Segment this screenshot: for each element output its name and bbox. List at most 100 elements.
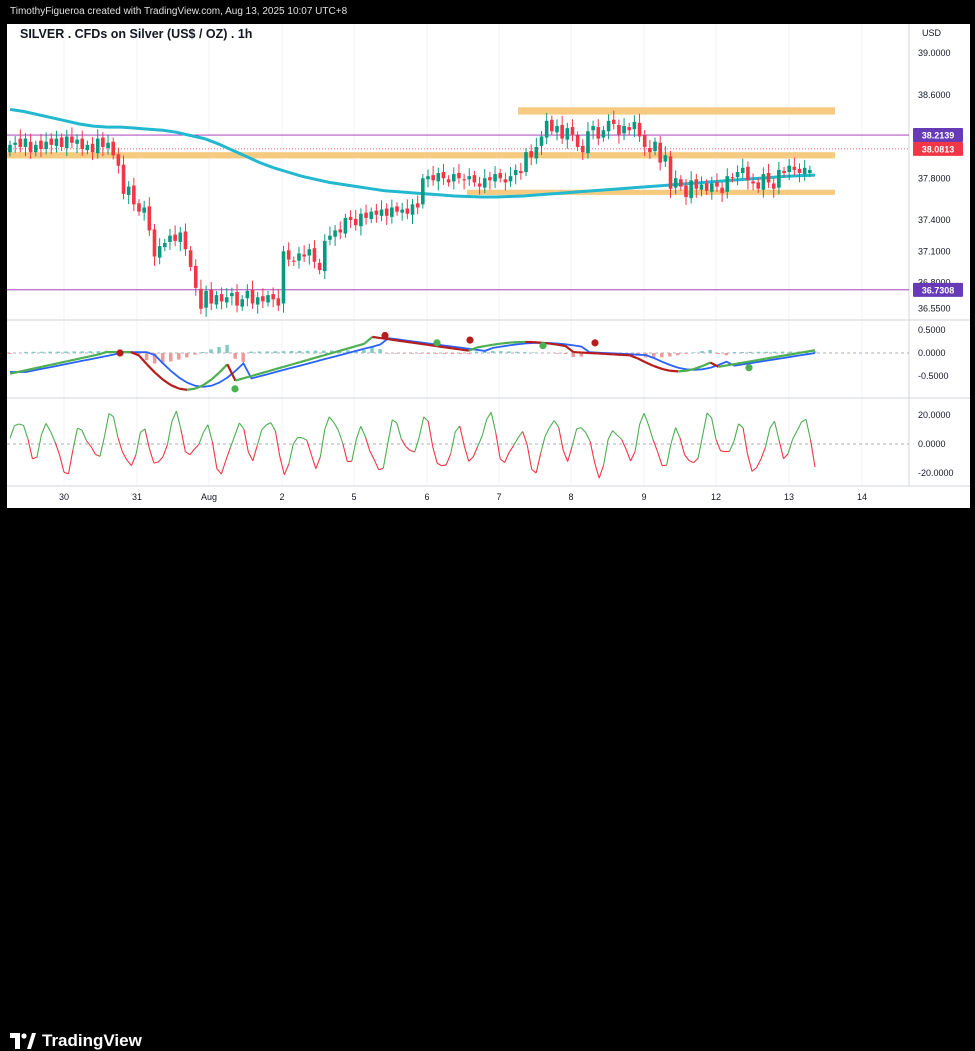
candle-body [297, 253, 301, 260]
oscillator-segment [549, 344, 557, 345]
candle-body [19, 139, 23, 147]
candle-body [313, 248, 317, 262]
oscillator-cross-dot [539, 342, 546, 349]
candle-body [204, 291, 208, 308]
oscillator-segment [509, 342, 517, 343]
momentum-segment [707, 413, 711, 418]
chart-title: SILVER . CFDs on Silver (US$ / OZ) . 1h [20, 27, 252, 41]
candle-body [746, 167, 750, 181]
momentum-segment [311, 455, 315, 469]
oscillator-segment [646, 363, 654, 367]
momentum-tick-label: 20.0000 [918, 410, 951, 420]
momentum-segment [221, 460, 225, 474]
candle-body [700, 185, 704, 190]
candle-body [715, 182, 719, 186]
oscillator-histogram-bar [507, 351, 511, 353]
oscillator-segment [743, 361, 751, 362]
momentum-segment [613, 431, 617, 435]
oscillator-segment [316, 355, 324, 357]
momentum-segment [199, 433, 203, 445]
time-tick-label: 13 [784, 492, 794, 502]
oscillator-histogram-bar [572, 353, 576, 357]
oscillator-cross-dot [433, 339, 440, 346]
momentum-segment [91, 446, 95, 454]
candle-body [679, 179, 683, 186]
momentum-segment [176, 411, 180, 429]
candle-body [514, 170, 518, 175]
candle-body [328, 236, 332, 240]
oscillator-segment [155, 373, 163, 380]
momentum-segment [527, 445, 531, 470]
momentum-segment [505, 452, 509, 462]
candle-body [725, 176, 729, 192]
momentum-segment [154, 462, 158, 463]
oscillator-histogram-bar [700, 351, 704, 353]
candle-body [385, 209, 389, 216]
oscillator-segment [404, 342, 412, 343]
momentum-segment [748, 454, 752, 471]
candle-body [576, 135, 580, 146]
oscillator-histogram-bar [411, 353, 415, 354]
oscillator-segment [50, 363, 58, 365]
momentum-segment [523, 431, 527, 444]
oscillator-histogram-bar [668, 353, 672, 356]
momentum-segment [424, 417, 428, 421]
candle-body [163, 243, 167, 247]
oscillator-segment [751, 360, 759, 361]
oscillator-histogram-bar [499, 351, 503, 353]
chart-svg[interactable]: SILVER . CFDs on Silver (US$ / OZ) . 1h … [7, 24, 970, 508]
candle-body [49, 139, 53, 145]
candle-body [767, 173, 771, 182]
candle-body [24, 139, 28, 147]
momentum-segment [694, 458, 698, 462]
momentum-segment [334, 422, 338, 430]
oscillator-histogram-bar [177, 353, 181, 360]
oscillator-histogram-bar [322, 351, 326, 353]
oscillator-histogram-bar [451, 353, 455, 354]
oscillator-histogram-bar [660, 353, 664, 357]
oscillator-signal-line [10, 338, 815, 387]
price-zone [467, 190, 835, 195]
candle-body [488, 177, 492, 180]
momentum-segment [374, 460, 378, 470]
momentum-segment [82, 430, 86, 440]
momentum-segment [325, 417, 329, 429]
oscillator-segment [791, 353, 799, 354]
chart-area[interactable]: SILVER . CFDs on Silver (US$ / OZ) . 1h … [7, 24, 970, 508]
momentum-segment [599, 465, 603, 478]
top-caption-bar: TimothyFigueroa created with TradingView… [0, 0, 975, 24]
oscillator-segment [91, 354, 99, 356]
candle-body [184, 231, 188, 249]
momentum-segment [392, 420, 396, 423]
momentum-segment [806, 419, 810, 439]
candle-body [369, 212, 373, 219]
candle-body [271, 294, 275, 299]
momentum-segment [644, 413, 648, 425]
candle-body [173, 235, 177, 241]
oscillator-segment [493, 344, 501, 345]
oscillator-histogram-bar [274, 351, 278, 353]
oscillator-segment [396, 340, 404, 341]
oscillator-histogram-bar [306, 351, 310, 353]
oscillator-histogram-bar [435, 353, 439, 354]
oscillator-segment [219, 364, 227, 372]
oscillator-histogram-bar [8, 353, 12, 354]
candle-body [106, 143, 110, 148]
oscillator-tick-label: 0.0000 [918, 348, 946, 358]
candle-body [426, 176, 430, 179]
oscillator-segment [477, 346, 485, 347]
time-tick-label: 2 [279, 492, 284, 502]
time-tick-label: 9 [641, 492, 646, 502]
candle-body [524, 152, 528, 172]
candle-body [400, 210, 404, 213]
momentum-segment [761, 447, 765, 459]
candle-body [684, 186, 688, 197]
oscillator-histogram-bar [370, 347, 374, 353]
momentum-segment [284, 464, 288, 475]
oscillator-segment [235, 378, 243, 380]
oscillator-cross-dot [116, 349, 123, 356]
candle-body [782, 171, 786, 173]
tradingview-logo[interactable]: TradingView [10, 1031, 142, 1051]
oscillator-histogram-bar [459, 353, 463, 354]
candle-body [695, 179, 699, 188]
